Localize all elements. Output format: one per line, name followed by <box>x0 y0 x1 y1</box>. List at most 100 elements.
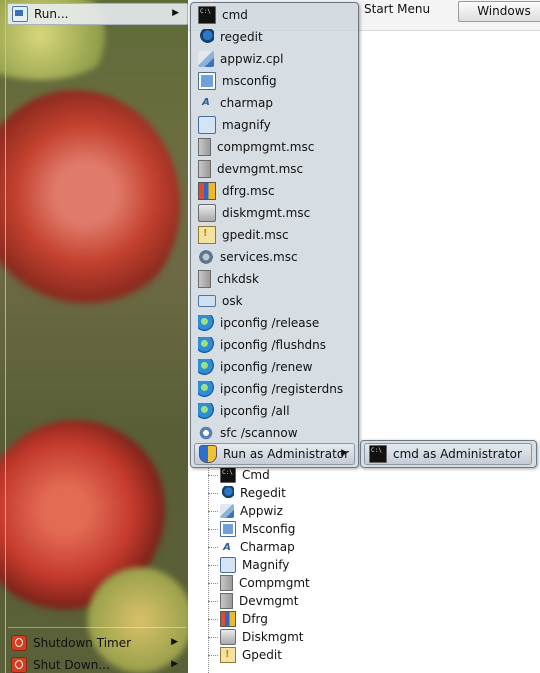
run-item-label: appwiz.cpl <box>220 52 284 66</box>
uac-shield-icon <box>199 445 217 463</box>
run-menu-item[interactable]: Run... ▶ <box>7 3 188 25</box>
network-globe-icon <box>198 315 214 331</box>
appwiz-icon <box>220 504 234 518</box>
run-item-label: ipconfig /registerdns <box>220 382 344 396</box>
run-item-charmap[interactable]: Acharmap <box>194 93 353 113</box>
appwiz-icon <box>198 51 214 67</box>
run-item-label: diskmgmt.msc <box>222 206 311 220</box>
run-item-sfc-scannow[interactable]: sfc /scannow <box>194 423 353 443</box>
run-item-label: ipconfig /all <box>220 404 290 418</box>
gpedit-icon <box>198 226 216 244</box>
run-item-magnify[interactable]: magnify <box>194 115 353 135</box>
cmd-icon <box>369 445 387 463</box>
start-menu-label: Start Menu <box>364 2 431 16</box>
services-icon <box>198 249 214 265</box>
run-item-label: ipconfig /release <box>220 316 320 330</box>
cmd-icon <box>198 6 216 24</box>
sfc-icon <box>198 425 214 441</box>
tree-item-charmap[interactable]: A Charmap <box>208 538 540 556</box>
gpedit-icon <box>220 647 236 663</box>
run-item-label: services.msc <box>220 250 298 264</box>
devmgmt-icon <box>198 160 211 178</box>
tree-item-regedit[interactable]: Regedit <box>208 484 540 502</box>
run-item-label: dfrg.msc <box>222 184 275 198</box>
run-item-label: regedit <box>220 30 263 44</box>
regedit-icon <box>220 486 234 500</box>
start-menu-panel: Run... ▶ Shutdown Timer ▶ Shut Down... ▶ <box>0 0 188 673</box>
run-as-administrator-label: Run as Administrator <box>223 447 350 461</box>
cmd-as-administrator-item[interactable]: cmd as Administrator <box>364 443 532 465</box>
run-item-compmgmt-msc[interactable]: compmgmt.msc <box>194 137 353 157</box>
run-item-regedit[interactable]: regedit <box>194 27 353 47</box>
tree-item-gpedit[interactable]: Gpedit <box>208 646 540 664</box>
chkdsk-icon <box>198 270 211 288</box>
run-item-ipconfig-flushdns[interactable]: ipconfig /flushdns <box>194 335 353 355</box>
run-label: Run... <box>34 7 69 21</box>
network-globe-icon <box>198 381 214 397</box>
run-item-ipconfig-release[interactable]: ipconfig /release <box>194 313 353 333</box>
diskmgmt-icon <box>198 204 216 222</box>
run-item-gpedit-msc[interactable]: gpedit.msc <box>194 225 353 245</box>
run-item-chkdsk[interactable]: chkdsk <box>194 269 353 289</box>
magnify-icon <box>198 116 216 134</box>
charmap-icon: A <box>202 97 210 108</box>
compmgmt-icon <box>198 138 211 156</box>
submenu-arrow-icon: ▶ <box>171 637 178 647</box>
submenu-arrow-icon: ▶ <box>171 659 178 669</box>
windows-button[interactable]: Windows <box>458 1 540 22</box>
run-as-administrator-item[interactable]: Run as Administrator ▶ <box>194 443 355 465</box>
regedit-icon <box>198 29 214 45</box>
tree-item-msconfig[interactable]: Msconfig <box>208 520 540 538</box>
run-item-label: ipconfig /flushdns <box>220 338 327 352</box>
shutdown-menu-item[interactable]: Shut Down... ▶ <box>7 655 186 673</box>
tree-item-appwiz[interactable]: Appwiz <box>208 502 540 520</box>
run-item-cmd[interactable]: cmd <box>194 5 353 25</box>
wallpaper-apple-red <box>0 90 180 320</box>
submenu-arrow-icon: ▶ <box>172 8 179 18</box>
network-globe-icon <box>198 403 214 419</box>
tree-item-devmgmt[interactable]: Devmgmt <box>208 592 540 610</box>
power-icon <box>11 635 27 651</box>
network-globe-icon <box>198 359 214 375</box>
diskmgmt-icon <box>220 629 236 645</box>
run-item-label: devmgmt.msc <box>217 162 304 176</box>
run-item-ipconfig-all[interactable]: ipconfig /all <box>194 401 353 421</box>
tree-item-dfrg[interactable]: Dfrg <box>208 610 540 628</box>
power-icon <box>11 657 27 673</box>
devmgmt-icon <box>220 593 233 609</box>
run-item-label: chkdsk <box>217 272 259 286</box>
tree-item-compmgmt[interactable]: Compmgmt <box>208 574 540 592</box>
run-item-services-msc[interactable]: services.msc <box>194 247 353 267</box>
run-item-label: compmgmt.msc <box>217 140 315 154</box>
tree-item-cmd[interactable]: Cmd <box>208 466 540 484</box>
cmd-icon <box>220 467 236 483</box>
run-as-administrator-submenu: cmd as Administrator <box>360 440 537 468</box>
run-icon <box>12 6 28 22</box>
menu-divider <box>8 627 186 628</box>
run-item-ipconfig-renew[interactable]: ipconfig /renew <box>194 357 353 377</box>
run-item-label: msconfig <box>222 74 277 88</box>
tree-item-magnify[interactable]: Magnify <box>208 556 540 574</box>
run-item-devmgmt-msc[interactable]: devmgmt.msc <box>194 159 353 179</box>
run-item-label: charmap <box>220 96 273 110</box>
start-menu-tree: Cmd Regedit Appwiz Msconfig ACharmap Mag… <box>208 466 540 673</box>
charmap-icon: A <box>223 542 231 553</box>
dfrg-icon <box>198 182 216 200</box>
run-item-appwiz-cpl[interactable]: appwiz.cpl <box>194 49 353 69</box>
shutdown-label: Shut Down... <box>33 658 110 672</box>
run-item-ipconfig-registerdns[interactable]: ipconfig /registerdns <box>194 379 353 399</box>
shutdown-timer-menu-item[interactable]: Shutdown Timer ▶ <box>7 633 186 653</box>
run-item-dfrg-msc[interactable]: dfrg.msc <box>194 181 353 201</box>
run-item-msconfig[interactable]: msconfig <box>194 71 353 91</box>
shutdown-timer-label: Shutdown Timer <box>33 636 132 650</box>
run-item-label: osk <box>222 294 243 308</box>
tree-item-diskmgmt[interactable]: Diskmgmt <box>208 628 540 646</box>
run-item-osk[interactable]: osk <box>194 291 353 311</box>
run-item-diskmgmt-msc[interactable]: diskmgmt.msc <box>194 203 353 223</box>
run-item-label: cmd <box>222 8 248 22</box>
msconfig-icon <box>220 521 236 537</box>
run-item-label: sfc /scannow <box>220 426 298 440</box>
msconfig-icon <box>198 72 216 90</box>
run-item-label: magnify <box>222 118 271 132</box>
keyboard-icon <box>198 295 216 307</box>
